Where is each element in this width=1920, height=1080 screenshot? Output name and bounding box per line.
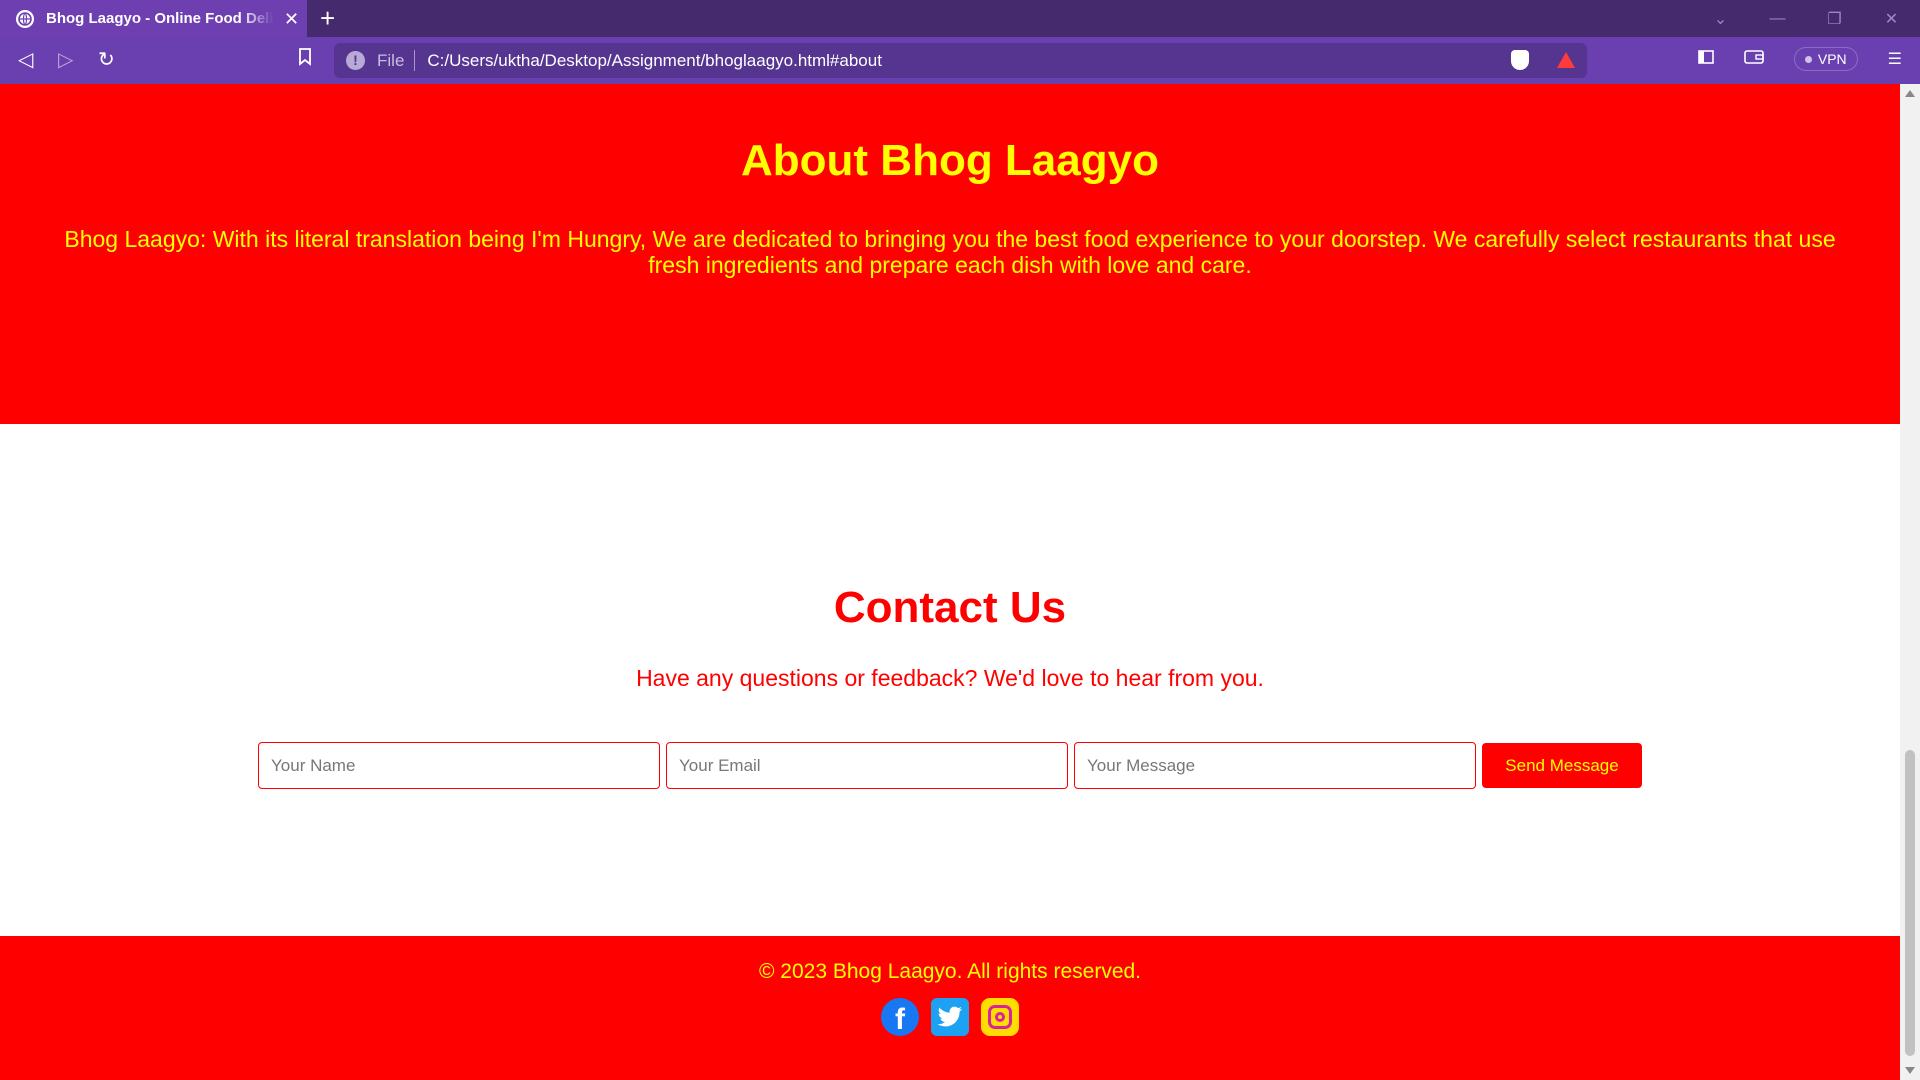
scroll-up-icon[interactable] bbox=[1905, 90, 1915, 97]
page-scrollbar[interactable] bbox=[1900, 84, 1920, 1080]
close-window-icon[interactable]: ✕ bbox=[1863, 9, 1920, 29]
address-bar[interactable]: ! File C:/Users/uktha/Desktop/Assignment… bbox=[334, 43, 1587, 78]
facebook-icon[interactable]: f bbox=[881, 998, 919, 1036]
vpn-button[interactable]: VPN bbox=[1793, 47, 1858, 71]
close-tab-icon[interactable]: ✕ bbox=[284, 10, 299, 28]
tab-title: Bhog Laagyo - Online Food Delivery bbox=[46, 10, 274, 27]
rewards-icon[interactable] bbox=[1557, 52, 1575, 68]
url-scheme: File bbox=[377, 50, 405, 70]
instagram-icon[interactable] bbox=[981, 998, 1019, 1036]
page-viewport: About Bhog Laagyo Bhog Laagyo: With its … bbox=[0, 84, 1900, 1080]
contact-title: Contact Us bbox=[833, 583, 1067, 632]
globe-icon bbox=[16, 9, 34, 28]
social-links: f bbox=[0, 998, 1900, 1036]
contact-section: Contact Us Have any questions or feedbac… bbox=[0, 424, 1900, 936]
twitter-icon[interactable] bbox=[931, 998, 969, 1036]
vpn-label: VPN bbox=[1817, 51, 1847, 67]
vpn-status-icon bbox=[1804, 55, 1812, 63]
brave-shields-icon[interactable] bbox=[1511, 50, 1529, 70]
message-input[interactable] bbox=[1074, 742, 1476, 789]
minimize-icon[interactable]: — bbox=[1749, 10, 1806, 28]
wallet-icon[interactable] bbox=[1744, 49, 1764, 70]
send-message-button[interactable]: Send Message bbox=[1482, 743, 1642, 788]
url-text[interactable]: C:/Users/uktha/Desktop/Assignment/bhogla… bbox=[427, 51, 882, 71]
footer: © 2023 Bhog Laagyo. All rights reserved.… bbox=[0, 936, 1900, 1080]
email-input[interactable] bbox=[666, 742, 1068, 789]
sidebar-icon[interactable] bbox=[1698, 49, 1714, 70]
about-description: Bhog Laagyo: With its literal translatio… bbox=[64, 226, 1836, 278]
bookmark-icon[interactable] bbox=[298, 47, 312, 73]
url-actions bbox=[1511, 50, 1575, 70]
url-divider bbox=[414, 50, 416, 71]
name-input[interactable] bbox=[258, 742, 660, 789]
back-icon[interactable]: ◁ bbox=[18, 47, 33, 73]
window-controls: ⌄ — ❐ ✕ bbox=[1692, 0, 1920, 37]
new-tab-button[interactable]: + bbox=[320, 4, 335, 32]
copyright-text: © 2023 Bhog Laagyo. All rights reserved. bbox=[758, 960, 1142, 983]
site-info-icon[interactable]: ! bbox=[346, 51, 365, 70]
about-title: About Bhog Laagyo bbox=[741, 136, 1159, 185]
menu-icon[interactable]: ☰ bbox=[1888, 49, 1902, 69]
scroll-down-icon[interactable] bbox=[1905, 1067, 1915, 1074]
browser-tab[interactable]: Bhog Laagyo - Online Food Delivery ✕ bbox=[0, 0, 307, 37]
browser-tab-bar: Bhog Laagyo - Online Food Delivery ✕ + ⌄… bbox=[0, 0, 1920, 37]
scroll-thumb[interactable] bbox=[1905, 750, 1915, 1056]
forward-icon[interactable]: ▷ bbox=[58, 47, 73, 73]
reload-icon[interactable]: ↻ bbox=[98, 47, 115, 73]
browser-toolbar: ◁ ▷ ↻ ! File C:/Users/uktha/Desktop/Assi… bbox=[0, 37, 1920, 84]
tab-list-chevron-icon[interactable]: ⌄ bbox=[1692, 9, 1749, 29]
about-section: About Bhog Laagyo Bhog Laagyo: With its … bbox=[0, 84, 1900, 424]
contact-subtitle: Have any questions or feedback? We'd lov… bbox=[636, 665, 1264, 691]
toolbar-actions: VPN ☰ bbox=[1698, 47, 1902, 71]
instagram-glyph bbox=[988, 1005, 1012, 1029]
contact-form: Send Message bbox=[0, 742, 1900, 789]
restore-icon[interactable]: ❐ bbox=[1806, 9, 1863, 29]
